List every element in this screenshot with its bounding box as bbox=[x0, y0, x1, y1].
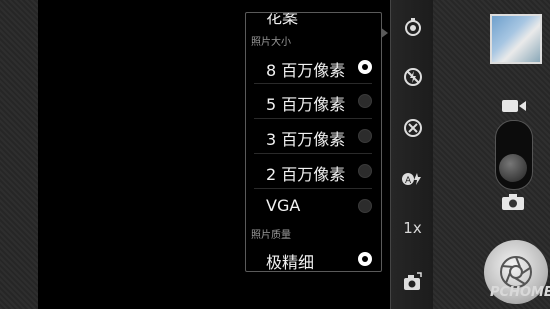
size-option-8mp[interactable]: 8 百万像素 bbox=[246, 50, 381, 84]
size-option-label: 2 百万像素 bbox=[266, 165, 346, 184]
radio-unselected[interactable] bbox=[358, 129, 372, 143]
left-background bbox=[0, 0, 38, 309]
menu-row-label: 花案 bbox=[266, 12, 299, 27]
size-option-5mp[interactable]: 5 百万像素 bbox=[246, 84, 381, 118]
quality-option-label: 极精细 bbox=[266, 253, 315, 272]
size-option-label: 8 百万像素 bbox=[266, 61, 346, 80]
settings-icon[interactable] bbox=[391, 8, 434, 46]
aperture-icon bbox=[500, 256, 532, 288]
photo-quality-header: 照片质量 bbox=[251, 230, 291, 241]
last-photo-thumbnail[interactable] bbox=[490, 14, 542, 64]
video-camera-icon[interactable] bbox=[502, 98, 526, 117]
photo-settings-menu: 花案 照片大小 8 百万像素 5 百万像素 3 百万像素 2 百万像素 VGA … bbox=[245, 12, 382, 272]
radio-selected[interactable] bbox=[358, 60, 372, 74]
size-option-label: 5 百万像素 bbox=[266, 95, 346, 114]
watermark-logo: PCHOME bbox=[490, 285, 550, 300]
camera-icon[interactable] bbox=[502, 194, 524, 214]
camera-switch-icon[interactable] bbox=[391, 263, 434, 301]
quality-option-super-fine[interactable]: 极精细 bbox=[246, 242, 381, 272]
mode-switch-knob[interactable] bbox=[499, 154, 527, 182]
radio-unselected[interactable] bbox=[358, 199, 372, 213]
flash-off-icon[interactable] bbox=[391, 58, 434, 96]
radio-selected[interactable] bbox=[358, 252, 372, 266]
size-option-label: VGA bbox=[266, 196, 301, 215]
svg-text:A: A bbox=[405, 176, 412, 186]
size-option-label: 3 百万像素 bbox=[266, 130, 346, 149]
size-option-vga[interactable]: VGA bbox=[246, 189, 381, 223]
photo-size-header: 照片大小 bbox=[251, 37, 291, 48]
size-option-2mp[interactable]: 2 百万像素 bbox=[246, 154, 381, 188]
zoom-indicator[interactable]: 1x bbox=[391, 209, 434, 247]
menu-row-partial[interactable]: 花案 bbox=[246, 12, 381, 31]
size-option-3mp[interactable]: 3 百万像素 bbox=[246, 119, 381, 153]
focus-icon[interactable] bbox=[391, 109, 434, 147]
radio-unselected[interactable] bbox=[358, 94, 372, 108]
camera-settings-bar: A 1x bbox=[390, 0, 434, 309]
radio-unselected[interactable] bbox=[358, 164, 372, 178]
scene-mode-icon[interactable]: A bbox=[391, 160, 434, 198]
